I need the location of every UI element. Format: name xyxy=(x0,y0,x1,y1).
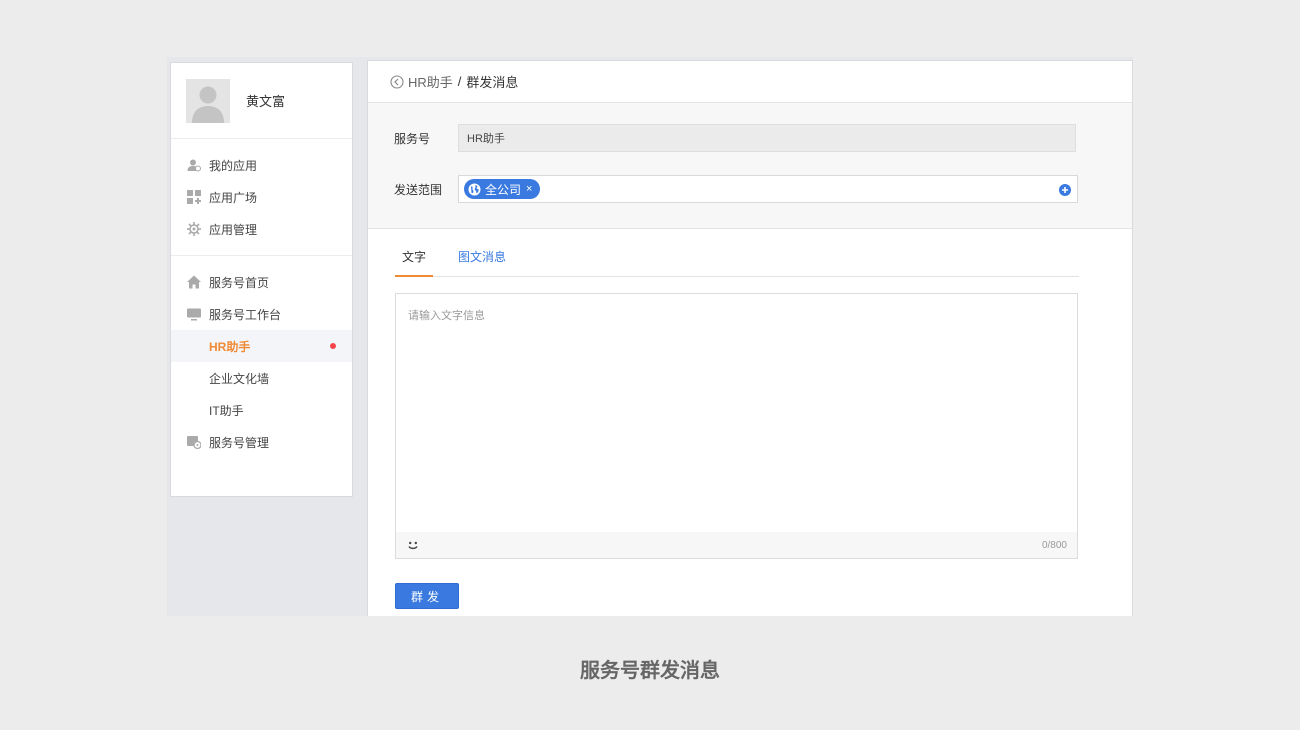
avatar[interactable] xyxy=(186,78,230,123)
send-button[interactable]: 群发 xyxy=(395,583,459,609)
nav-item-service-manage[interactable]: 服务号管理 xyxy=(171,426,352,458)
nav-item-my-apps[interactable]: 我的应用 xyxy=(171,149,352,181)
message-type-tabs: 文字 图文消息 xyxy=(395,244,1079,277)
nav-item-service-home[interactable]: 服务号首页 xyxy=(171,266,352,298)
message-form: 服务号 HR助手 发送范围 全公司 × xyxy=(368,103,1132,229)
monitor-icon xyxy=(187,307,201,321)
caption-title: 服务号群发消息 xyxy=(580,660,720,682)
tag-close-icon[interactable]: × xyxy=(526,183,532,195)
nav-item-app-manage[interactable]: 应用管理 xyxy=(171,213,352,245)
scope-label: 发送范围 xyxy=(394,182,443,197)
scope-field[interactable]: 全公司 × xyxy=(458,175,1078,203)
sidebar: 黄文富 我的应用 应用广场 应用管理 服务号首页 服务号工作台 HR助手 企业文… xyxy=(170,62,353,497)
nav-sub-label: 企业文化墙 xyxy=(209,371,270,386)
app-frame: 黄文富 我的应用 应用广场 应用管理 服务号首页 服务号工作台 HR助手 企业文… xyxy=(167,57,1133,616)
avatar-person-icon xyxy=(192,86,224,123)
nav-item-app-square[interactable]: 应用广场 xyxy=(171,181,352,213)
scope-row: 发送范围 全公司 × xyxy=(394,175,1132,203)
account-label: 服务号 xyxy=(394,131,431,146)
service-nav-group: 服务号首页 服务号工作台 HR助手 企业文化墙 IT助手 服务号管理 xyxy=(171,255,352,468)
nav-sub-label: HR助手 xyxy=(209,339,251,354)
nav-sub-culture-wall[interactable]: 企业文化墙 xyxy=(171,362,352,394)
breadcrumb-separator: / xyxy=(457,74,462,89)
grid-icon xyxy=(187,190,201,204)
nav-sub-label: IT助手 xyxy=(209,403,244,418)
nav-sub-hr-assistant[interactable]: HR助手 xyxy=(171,330,352,362)
emoji-smile-icon[interactable] xyxy=(406,538,420,552)
message-textarea[interactable] xyxy=(396,294,1077,532)
add-circle-icon[interactable] xyxy=(1059,184,1071,196)
page-title: 群发消息 xyxy=(466,75,519,90)
tab-rich-media[interactable]: 图文消息 xyxy=(451,244,513,277)
home-icon xyxy=(187,275,201,289)
nav-label: 服务号管理 xyxy=(209,435,270,450)
message-editor: 0/800 xyxy=(395,293,1078,559)
main-panel: HR助手 / 群发消息 服务号 HR助手 发送范围 全公司 × 文字 图文消息 … xyxy=(367,60,1133,616)
globe-icon xyxy=(468,183,481,195)
nav-label: 服务号首页 xyxy=(209,275,270,290)
nav-label: 我的应用 xyxy=(209,158,258,173)
nav-label: 应用管理 xyxy=(209,222,258,237)
apps-nav-group: 我的应用 应用广场 应用管理 xyxy=(171,139,352,255)
nav-label: 服务号工作台 xyxy=(209,307,282,322)
scope-tag-label: 全公司 xyxy=(485,182,522,197)
gear-icon xyxy=(187,222,201,236)
user-app-icon xyxy=(187,158,201,172)
profile-card: 黄文富 xyxy=(171,63,352,139)
nav-item-service-workbench[interactable]: 服务号工作台 xyxy=(171,298,352,330)
char-counter: 0/800 xyxy=(1041,539,1067,551)
scope-tag[interactable]: 全公司 × xyxy=(464,179,541,199)
breadcrumb: HR助手 / 群发消息 xyxy=(368,61,1132,103)
back-circle-icon[interactable] xyxy=(390,74,404,89)
account-field: HR助手 xyxy=(458,124,1076,152)
tab-text[interactable]: 文字 xyxy=(395,244,434,277)
settings-card-icon xyxy=(187,435,201,449)
profile-name: 黄文富 xyxy=(246,94,286,109)
account-row: 服务号 HR助手 xyxy=(394,124,1132,152)
unread-dot xyxy=(330,343,336,349)
nav-label: 应用广场 xyxy=(209,190,258,205)
breadcrumb-link[interactable]: HR助手 xyxy=(408,72,453,91)
nav-sub-it-assistant[interactable]: IT助手 xyxy=(171,394,352,426)
editor-footer: 0/800 xyxy=(396,532,1077,558)
